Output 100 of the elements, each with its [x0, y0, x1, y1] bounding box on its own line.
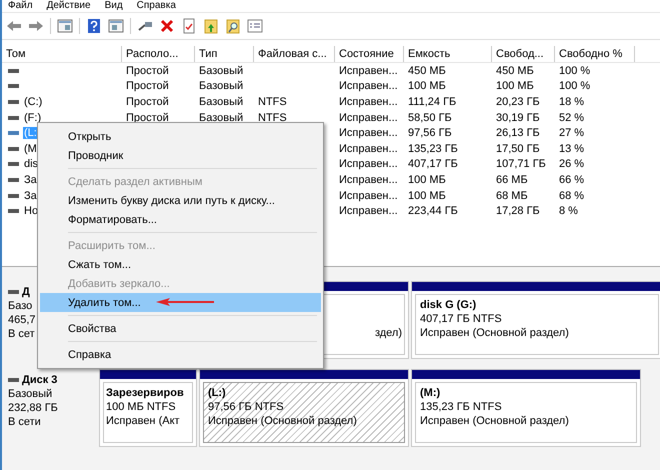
partition-name: (M:) — [420, 386, 442, 400]
partition-block[interactable]: Зарезервиров 100 МБ NTFS Исправен (Акт — [99, 369, 197, 447]
list-icon[interactable] — [247, 18, 263, 34]
partition-status: здел) — [374, 326, 402, 340]
drive-icon — [8, 209, 19, 214]
menu-item[interactable]: Форматировать... — [40, 210, 321, 229]
forward-arrow-icon[interactable] — [28, 18, 44, 34]
column-header[interactable]: Емкость — [404, 46, 492, 62]
column-header[interactable]: Свобод... — [492, 46, 555, 62]
table-cell-text: 100 % — [558, 80, 592, 92]
menu-item[interactable]: Удалить том... — [40, 293, 321, 312]
table-cell-text: 100 % — [558, 64, 592, 77]
table-cell-text: 135,23 ГБ — [407, 142, 459, 155]
disk-info: В сети — [8, 415, 41, 429]
menu-item[interactable]: Проводник — [40, 146, 321, 165]
table-cell-text: Базовый — [198, 96, 244, 108]
disk-info: Базо — [8, 299, 32, 313]
disk-info: 465,7 — [8, 313, 36, 327]
partition-status: Исправен (Основной раздел) — [420, 326, 570, 340]
folder-up-icon[interactable] — [203, 18, 219, 34]
partition-block[interactable]: (M:) 135,23 ГБ NTFS Исправен (Основной раздел) — [411, 369, 641, 447]
table-cell-text: 97,56 ГБ — [407, 127, 453, 140]
table-cell-text: 68 МБ — [495, 190, 529, 202]
document-check-icon[interactable] — [181, 18, 197, 34]
drive-icon — [8, 100, 19, 104]
table-cell-text: Базовый — [198, 64, 244, 77]
disk-info: В сет — [8, 327, 35, 341]
column-header[interactable]: Состояние — [335, 46, 404, 62]
volume-name[interactable]: (F:) — [23, 112, 42, 124]
table-cell-text: Простой — [125, 96, 170, 108]
drive-icon — [8, 146, 19, 151]
table-cell-text: 27 % — [558, 127, 586, 140]
partition-block[interactable]: disk G (G:) 407,17 ГБ NTFS Исправен (Основной раздел) — [411, 281, 660, 359]
table-cell-text: 100 МБ — [407, 190, 447, 202]
menu-item[interactable]: Изменить букву диска или путь к диску... — [40, 191, 321, 210]
drive-icon — [8, 178, 19, 182]
table-cell-text: 20,23 ГБ — [495, 96, 541, 108]
partition-block[interactable]: (L:) 97,56 ГБ NTFS Исправен (Основной раздел) — [199, 369, 409, 447]
table-cell-text: 450 МБ — [495, 64, 535, 77]
disk-name: Диск 3 — [22, 373, 58, 387]
column-header[interactable]: Располо... — [122, 46, 195, 62]
partition-status: Исправен (Акт — [106, 414, 181, 428]
volume-name[interactable]: За — [23, 190, 38, 202]
delete-icon[interactable] — [159, 18, 175, 34]
menu-item[interactable]: Сжать том... — [40, 255, 321, 274]
table-cell-text: Исправен... — [338, 64, 399, 77]
volume-name[interactable]: (M — [23, 142, 38, 155]
help-icon[interactable] — [86, 18, 102, 34]
menu-bar-item[interactable]: Справка — [136, 0, 176, 12]
table-cell-text: Исправен... — [338, 158, 399, 170]
table-cell-text: 8 % — [558, 205, 579, 218]
volume-name[interactable]: (C:) — [23, 96, 44, 108]
panel-icon[interactable] — [108, 18, 124, 34]
back-arrow-icon[interactable] — [6, 18, 22, 34]
drive-icon — [8, 68, 19, 73]
table-cell-text: Исправен... — [338, 96, 399, 108]
table-cell-text: NTFS — [257, 112, 288, 124]
menu-item[interactable]: Свойства — [40, 319, 321, 338]
menu-bar-item[interactable]: Файл — [8, 0, 33, 12]
drive-icon — [8, 194, 19, 198]
table-cell-text: 30,19 ГБ — [495, 112, 541, 124]
table-cell-text: 66 % — [558, 174, 586, 186]
table-cell-text: 26,13 ГБ — [495, 127, 541, 140]
partition-name: Зарезервиров — [106, 386, 185, 400]
column-header[interactable]: Файловая с... — [254, 46, 335, 62]
table-cell-text: 13 % — [558, 142, 586, 155]
table-cell-text: Простой — [125, 112, 170, 124]
column-header[interactable]: Тип — [195, 46, 254, 62]
table-cell-text: 450 МБ — [407, 64, 447, 77]
table-cell-text: 26 % — [558, 158, 586, 170]
table-cell-text: 100 МБ — [495, 80, 535, 92]
column-header[interactable]: Том — [2, 46, 122, 62]
table-cell-text: 223,44 ГБ — [407, 205, 459, 218]
partition-size: 407,17 ГБ NTFS — [420, 312, 503, 326]
drive-icon — [8, 162, 19, 166]
menu-bar-item[interactable]: Вид — [104, 0, 123, 12]
table-cell-text: 17,28 ГБ — [495, 205, 541, 218]
partition-size: 135,23 ГБ NTFS — [420, 400, 503, 414]
table-cell-text: 66 МБ — [495, 174, 529, 186]
table-cell-text: Простой — [125, 64, 170, 77]
column-header[interactable]: Свободно % — [555, 46, 635, 62]
menu-item[interactable]: Открыть — [40, 127, 321, 146]
disk-info: Базовый — [8, 387, 52, 401]
table-cell-text: Исправен... — [338, 112, 399, 124]
partition-status: Исправен (Основной раздел) — [420, 414, 570, 428]
table-cell-text: 100 МБ — [407, 174, 447, 186]
panel-icon[interactable] — [57, 18, 73, 34]
table-cell-text: 68 % — [558, 190, 586, 202]
menu-item[interactable]: Справка — [40, 345, 321, 364]
partition-name: (L:) — [208, 386, 227, 400]
volume-name[interactable]: dis — [23, 158, 40, 170]
table-cell-text: Исправен... — [338, 174, 399, 186]
table-cell-text: 107,71 ГБ — [495, 158, 547, 170]
table-cell-text: 18 % — [558, 96, 586, 108]
partition-name: disk G (G:) — [420, 298, 478, 312]
volume-name[interactable]: За — [23, 174, 38, 186]
disk-name: Д — [22, 285, 30, 299]
menu-bar-item[interactable]: Действие — [46, 0, 91, 12]
folder-search-icon[interactable] — [225, 18, 241, 34]
table-cell-text: 407,17 ГБ — [407, 158, 459, 170]
